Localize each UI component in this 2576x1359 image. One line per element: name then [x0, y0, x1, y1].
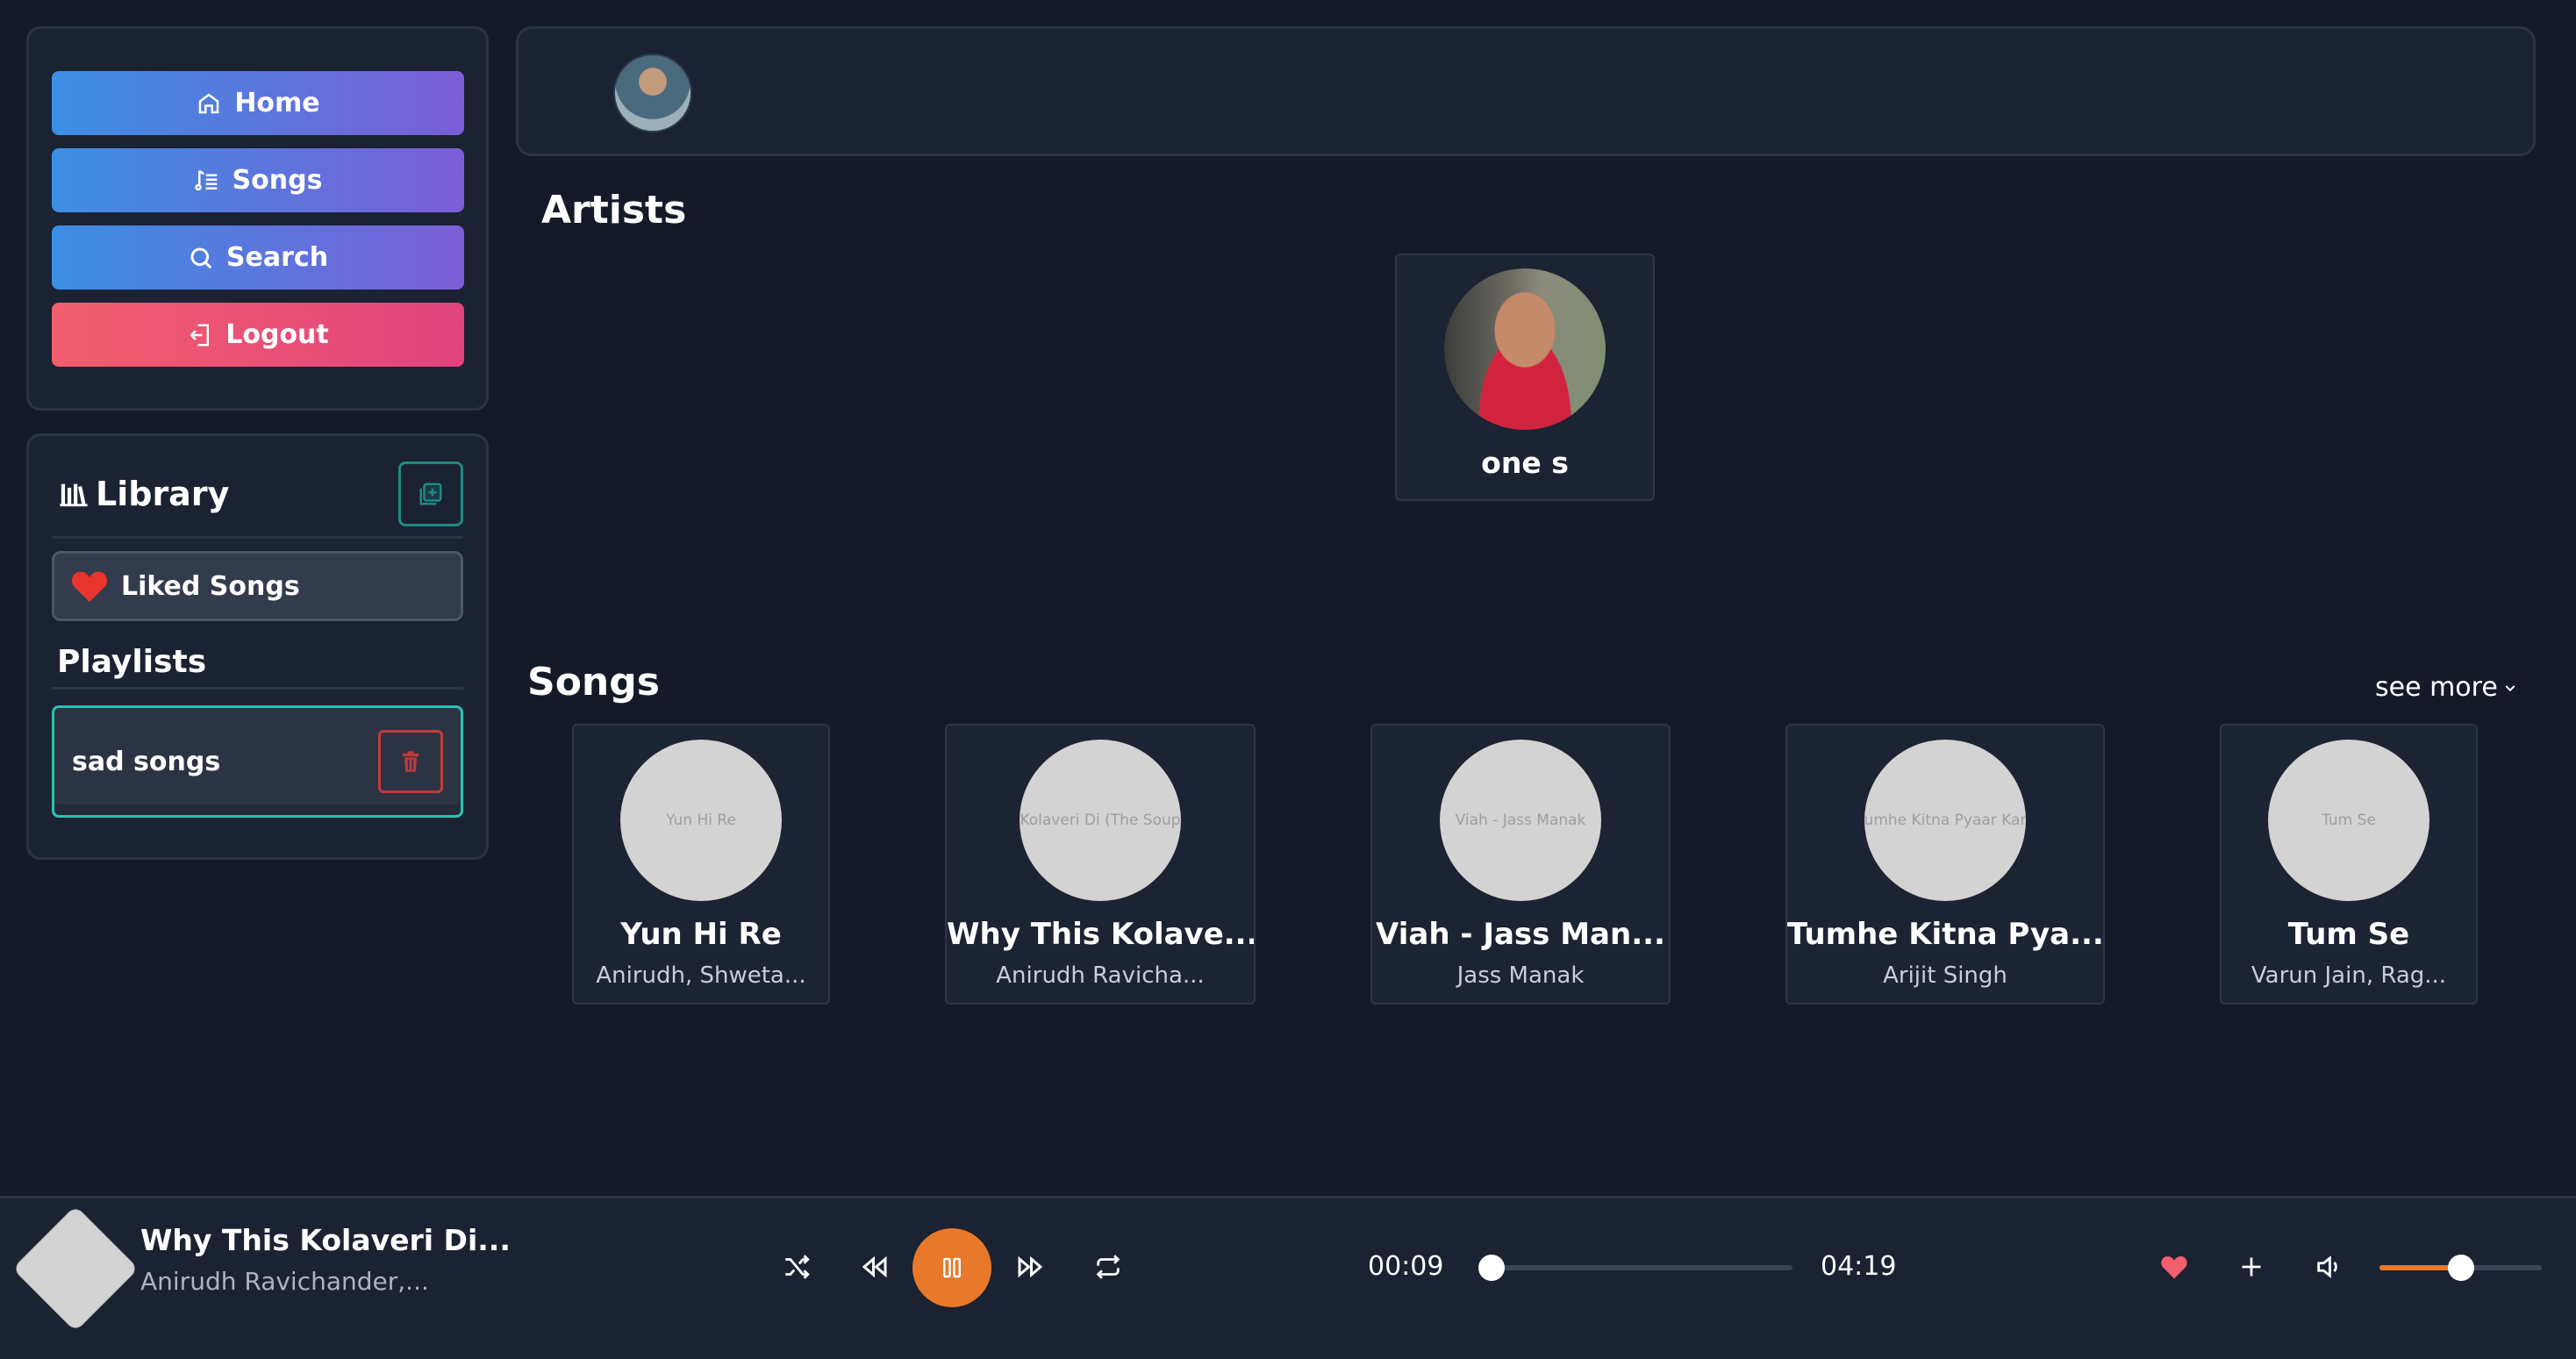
now-playing-title: Why This Kolaveri Di...: [140, 1223, 511, 1257]
home-label: Home: [234, 88, 320, 118]
add-playlist-icon: [419, 483, 442, 505]
pause-icon: [943, 1257, 961, 1278]
home-button[interactable]: Home: [52, 71, 464, 135]
home-icon: [199, 92, 219, 113]
library-icon: [60, 483, 88, 507]
sidebar-nav: Home Songs Search Logout: [26, 26, 489, 411]
repeat-button[interactable]: [1091, 1249, 1126, 1284]
previous-button[interactable]: [857, 1249, 892, 1284]
heart-icon: [71, 571, 108, 603]
see-more-label: see more: [2375, 672, 2498, 703]
library-title: Library: [59, 475, 229, 513]
volume-icon: [2317, 1255, 2337, 1278]
like-button[interactable]: [2157, 1249, 2192, 1284]
search-icon: [190, 247, 212, 268]
song-title: Tum Se: [2287, 917, 2410, 952]
song-title: Yun Hi Re: [620, 917, 782, 952]
library-panel: Library Liked Songs Playlists sad songs: [26, 433, 489, 860]
search-label: Search: [225, 242, 329, 273]
song-card[interactable]: Kolaveri Di (The Soup Why This Kolave...…: [945, 724, 1256, 1005]
song-artist: Varun Jain, Rag...: [2250, 962, 2447, 989]
volume-button[interactable]: [2311, 1249, 2346, 1284]
song-cover: Yun Hi Re: [620, 740, 782, 901]
pause-button[interactable]: [912, 1228, 991, 1307]
chevron-down-icon: [2505, 684, 2515, 691]
total-time: 04:19: [1821, 1251, 1897, 1282]
artist-card[interactable]: one s: [1395, 254, 1655, 501]
library-header: Library: [52, 459, 463, 529]
progress-track[interactable]: [1481, 1265, 1792, 1270]
song-title: Why This Kolave...: [947, 917, 1254, 952]
song-artist: Anirudh, Shweta...: [596, 962, 806, 989]
app: Home Songs Search Logout Library Liked S…: [0, 0, 2576, 1359]
artist-photo: [1444, 268, 1606, 430]
song-cover: Viah - Jass Manak: [1440, 740, 1601, 901]
next-button[interactable]: [1013, 1249, 1048, 1284]
playlists-divider: [52, 687, 463, 690]
now-playing-cover: [13, 1206, 138, 1331]
songs-title: Songs: [527, 660, 660, 705]
current-time: 00:09: [1368, 1251, 1444, 1282]
logout-icon: [190, 324, 210, 346]
song-title: Tumhe Kitna Pya...: [1787, 917, 2103, 952]
song-cover: umhe Kitna Pyaar Kar: [1864, 740, 2026, 901]
shuffle-button[interactable]: [779, 1249, 814, 1284]
volume-handle[interactable]: [2447, 1255, 2474, 1281]
music-list-icon: [194, 169, 217, 190]
song-artist: Jass Manak: [1456, 962, 1585, 989]
rewind-icon: [862, 1255, 887, 1278]
heart-icon: [2161, 1256, 2187, 1279]
liked-songs-item[interactable]: Liked Songs: [52, 551, 463, 621]
playlist-item[interactable]: sad songs: [52, 705, 463, 818]
songs-label: Songs: [232, 165, 323, 196]
playlist-name: sad songs: [72, 746, 221, 777]
song-artist: Arijit Singh: [1883, 962, 2007, 989]
library-divider: [52, 536, 463, 539]
song-cover: Tum Se: [2268, 740, 2429, 901]
fast-forward-icon: [1018, 1255, 1043, 1278]
user-avatar[interactable]: [613, 54, 692, 132]
plus-icon: [2242, 1257, 2261, 1277]
search-button[interactable]: Search: [52, 225, 464, 290]
song-card[interactable]: Viah - Jass Manak Viah - Jass Man... Jas…: [1370, 724, 1671, 1005]
see-more-link[interactable]: see more: [2375, 672, 2517, 703]
progress-handle[interactable]: [1478, 1255, 1506, 1281]
logout-label: Logout: [225, 319, 329, 350]
delete-playlist-button[interactable]: [378, 730, 443, 793]
logout-button[interactable]: Logout: [52, 303, 464, 367]
shuffle-icon: [785, 1255, 810, 1279]
add-playlist-button[interactable]: [398, 461, 463, 526]
songs-button[interactable]: Songs: [52, 148, 464, 212]
artist-name: one s: [1481, 446, 1569, 480]
song-card[interactable]: umhe Kitna Pyaar Kar Tumhe Kitna Pya... …: [1785, 724, 2105, 1005]
now-playing-artist: Anirudh Ravichander,...: [140, 1267, 429, 1296]
song-card[interactable]: Yun Hi Re Yun Hi Re Anirudh, Shweta...: [572, 724, 830, 1005]
trash-icon: [402, 751, 419, 772]
repeat-icon: [1096, 1255, 1120, 1279]
song-cover: Kolaveri Di (The Soup: [1020, 740, 1181, 901]
add-to-playlist-button[interactable]: [2234, 1249, 2269, 1284]
playlists-title: Playlists: [57, 644, 207, 680]
library-title-text: Library: [96, 475, 230, 513]
artists-title: Artists: [541, 188, 687, 232]
liked-songs-label: Liked Songs: [121, 570, 300, 602]
player-bar: Why This Kolaveri Di... Anirudh Ravichan…: [0, 1196, 2576, 1359]
song-card[interactable]: Tum Se Tum Se Varun Jain, Rag...: [2220, 724, 2478, 1005]
top-bar: [516, 26, 2536, 156]
song-title: Viah - Jass Man...: [1376, 917, 1665, 952]
song-artist: Anirudh Ravicha...: [996, 962, 1205, 989]
